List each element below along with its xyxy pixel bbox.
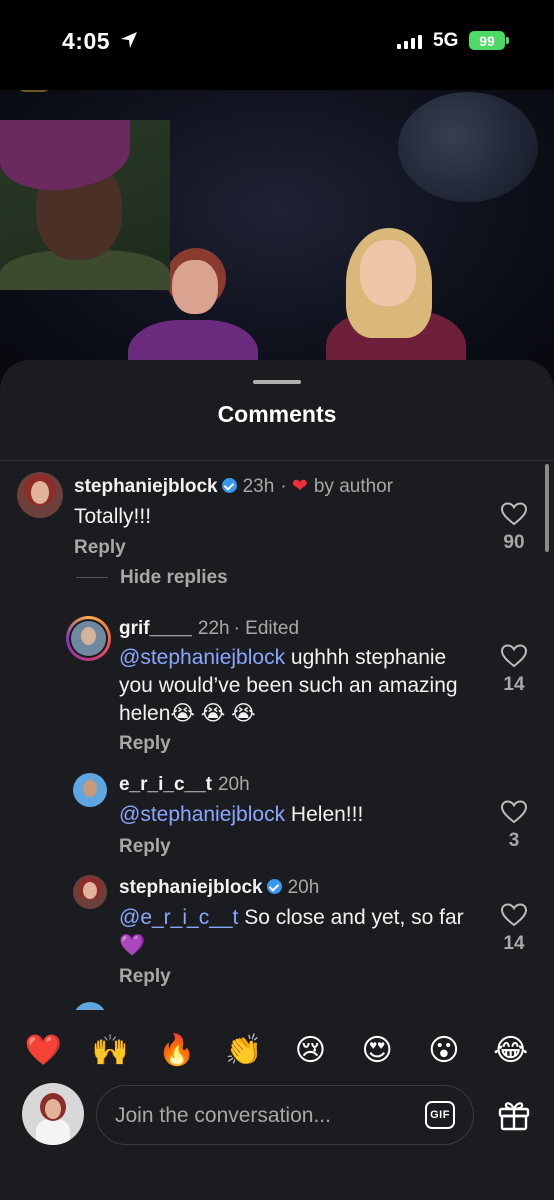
avatar[interactable] bbox=[73, 875, 107, 909]
battery-level: 99 bbox=[479, 32, 495, 49]
reply-age: 22h bbox=[197, 618, 230, 639]
status-time: 4:05 bbox=[62, 28, 111, 54]
like-button[interactable]: 14 bbox=[494, 644, 534, 696]
status-bar: 4:05 5G 99 bbox=[0, 0, 554, 90]
like-count: 14 bbox=[503, 674, 525, 695]
separator-dot: · bbox=[280, 476, 287, 497]
like-button[interactable]: 3 bbox=[494, 800, 534, 852]
comment-input[interactable]: Join the conversation... GIF bbox=[96, 1085, 474, 1145]
edited-label: · Edited bbox=[233, 618, 300, 639]
comments-title: Comments bbox=[217, 401, 337, 427]
avatar-face bbox=[80, 627, 97, 646]
emoji-surprised[interactable]: 😮 bbox=[419, 1033, 469, 1068]
reply-username[interactable]: stephaniejblock bbox=[119, 877, 263, 898]
like-count: 3 bbox=[508, 830, 520, 851]
mention-link[interactable]: @stephaniejblock bbox=[119, 646, 285, 669]
heart-outline-icon bbox=[501, 644, 527, 668]
reply-body: Helen!!! bbox=[285, 803, 364, 826]
current-user-avatar bbox=[22, 1083, 84, 1145]
reply-age: 20h bbox=[217, 774, 250, 795]
gif-button[interactable]: GIF bbox=[425, 1101, 455, 1129]
reply-header: grif____ 22h · Edited bbox=[119, 618, 299, 640]
heart-outline-icon bbox=[501, 502, 527, 526]
reply-text: @stephaniejblock Helen!!! bbox=[119, 801, 363, 829]
stage-moon bbox=[398, 92, 538, 202]
battery-icon: 99 bbox=[469, 31, 509, 50]
avatar-face bbox=[45, 1099, 61, 1119]
reply-button[interactable]: Reply bbox=[74, 537, 126, 559]
reply-text: @e_r_i_c__t So close and yet, so far 💜 bbox=[119, 904, 479, 960]
avatar[interactable] bbox=[73, 773, 107, 807]
emoji-fire[interactable]: 🔥 bbox=[152, 1033, 202, 1068]
emoji-heart-eyes[interactable]: 😍 bbox=[352, 1033, 402, 1068]
like-count: 14 bbox=[503, 933, 525, 954]
scrollbar[interactable] bbox=[545, 464, 549, 552]
gift-icon[interactable] bbox=[497, 1098, 531, 1132]
reply-age: 20h bbox=[287, 877, 320, 898]
reply-header: stephaniejblock 20h bbox=[119, 877, 319, 899]
gif-label: GIF bbox=[430, 1109, 450, 1121]
comment-text: Totally!!! bbox=[74, 505, 152, 528]
heart-outline-icon bbox=[501, 800, 527, 824]
reply-username[interactable]: grif____ bbox=[119, 618, 192, 639]
comment-header: stephaniejblock 23h · ❤ by author bbox=[74, 475, 393, 498]
heart-outline-icon bbox=[501, 903, 527, 927]
emoji-clapping[interactable]: 👏 bbox=[219, 1033, 269, 1068]
performer-left-face bbox=[172, 260, 218, 314]
emoji-crying[interactable]: 😢 bbox=[285, 1033, 335, 1068]
emoji-heart[interactable]: ❤️ bbox=[18, 1033, 68, 1068]
emoji-raised-hands[interactable]: 🙌 bbox=[85, 1033, 135, 1068]
comment-age: 23h bbox=[242, 476, 275, 497]
avatar[interactable] bbox=[17, 472, 63, 518]
reply-text: @stephaniejblock ughhh stephanie you wou… bbox=[119, 644, 479, 728]
mention-link[interactable]: @stephaniejblock bbox=[119, 803, 285, 826]
reply-header: e_r_i_c__t 20h bbox=[119, 774, 250, 796]
author-heart-icon: ❤ bbox=[291, 476, 308, 497]
emoji-reaction-bar: ❤️ 🙌 🔥 👏 😢 😍 😮 😂 bbox=[0, 1010, 554, 1090]
hide-replies-line bbox=[76, 577, 108, 578]
comment-input-placeholder: Join the conversation... bbox=[115, 1104, 331, 1127]
verified-badge-icon bbox=[266, 879, 282, 894]
comment-composer: Join the conversation... GIF bbox=[0, 1080, 554, 1200]
avatar-face bbox=[83, 780, 97, 797]
divider bbox=[0, 460, 554, 461]
verified-badge-icon bbox=[221, 478, 237, 493]
hide-replies-button[interactable]: Hide replies bbox=[120, 567, 228, 589]
performer-right-face bbox=[360, 240, 416, 306]
network-type: 5G bbox=[433, 30, 459, 51]
story-ring[interactable] bbox=[66, 616, 111, 661]
reply-button[interactable]: Reply bbox=[119, 733, 171, 755]
avatar-face bbox=[83, 881, 97, 899]
picture-in-picture-video[interactable] bbox=[0, 120, 170, 290]
avatar bbox=[71, 621, 106, 656]
mention-link[interactable]: @e_r_i_c__t bbox=[119, 906, 238, 929]
like-count: 90 bbox=[503, 532, 525, 553]
location-arrow-icon bbox=[121, 32, 137, 48]
like-button[interactable]: 14 bbox=[494, 903, 534, 955]
emoji-laughing[interactable]: 😂 bbox=[486, 1033, 536, 1068]
reply-button[interactable]: Reply bbox=[119, 836, 171, 858]
like-button[interactable]: 90 bbox=[494, 502, 534, 554]
avatar-body bbox=[36, 1119, 70, 1145]
comment-username[interactable]: stephaniejblock bbox=[74, 476, 218, 497]
cellular-signal-icon bbox=[397, 33, 422, 49]
sheet-grabber[interactable] bbox=[253, 380, 301, 384]
reply-username[interactable]: e_r_i_c__t bbox=[119, 774, 212, 795]
author-liked-badge: by author bbox=[313, 476, 394, 497]
reply-button[interactable]: Reply bbox=[119, 966, 171, 988]
